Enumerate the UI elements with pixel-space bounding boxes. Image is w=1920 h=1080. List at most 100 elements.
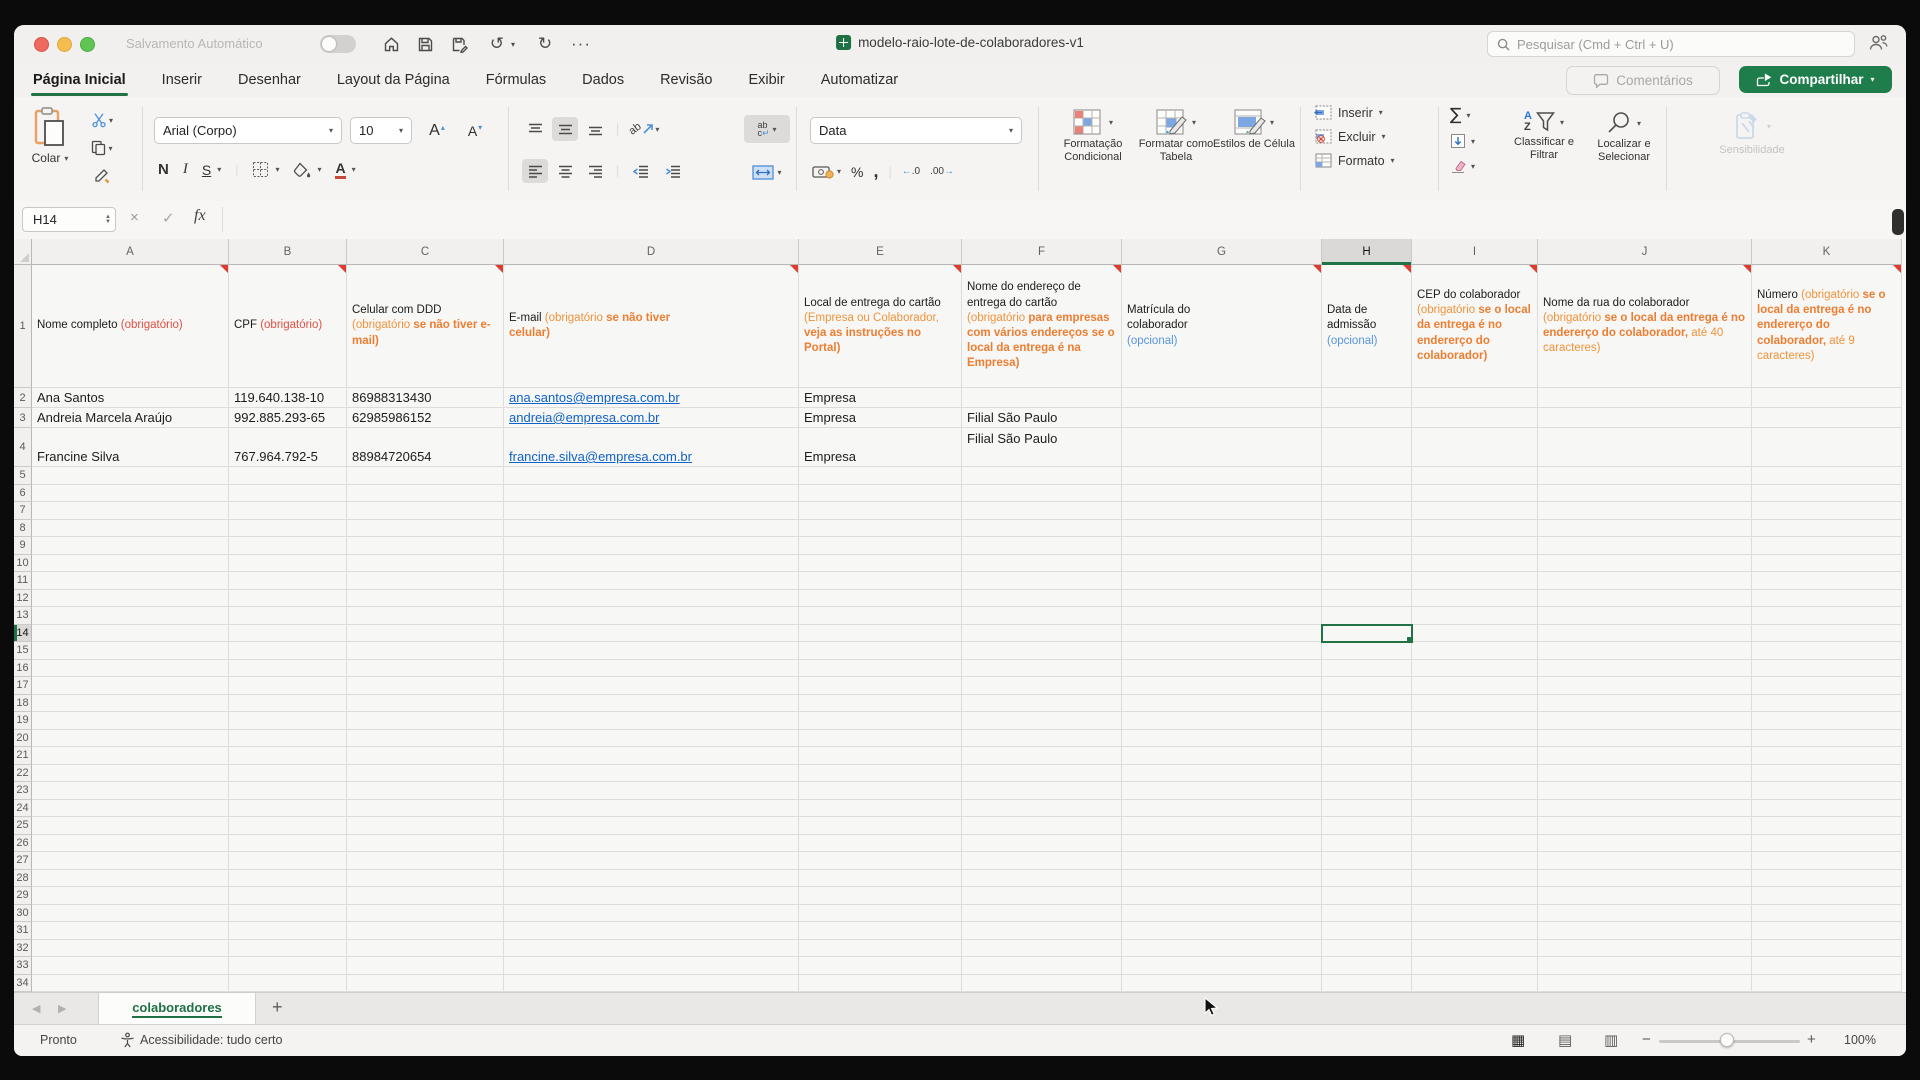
cell-H22[interactable] bbox=[1322, 765, 1412, 783]
cell-H23[interactable] bbox=[1322, 782, 1412, 800]
row-header-9[interactable]: 9 bbox=[14, 537, 32, 555]
cell-K13[interactable] bbox=[1752, 607, 1902, 625]
cell-G6[interactable] bbox=[1122, 485, 1322, 503]
cell-J7[interactable] bbox=[1538, 502, 1752, 520]
font-name-select[interactable]: Arial (Corpo)▾ bbox=[154, 117, 342, 144]
cell-F20[interactable] bbox=[962, 730, 1122, 748]
ribbon-tab-f-rmulas[interactable]: Fórmulas bbox=[486, 64, 546, 97]
cell-D9[interactable] bbox=[504, 537, 799, 555]
wrap-text-button[interactable]: ab c↵ ▾ bbox=[744, 115, 790, 143]
font-size-select[interactable]: 10▾ bbox=[350, 117, 412, 144]
cell-F23[interactable] bbox=[962, 782, 1122, 800]
row-header-5[interactable]: 5 bbox=[14, 467, 32, 485]
cell-G27[interactable] bbox=[1122, 852, 1322, 870]
insert-cells-button[interactable]: Inserir ▾ bbox=[1314, 105, 1383, 120]
cell-A6[interactable] bbox=[32, 485, 229, 503]
zoom-slider-knob[interactable] bbox=[1720, 1033, 1734, 1047]
cell-K28[interactable] bbox=[1752, 870, 1902, 888]
row-header-34[interactable]: 34 bbox=[14, 975, 32, 993]
cell-D11[interactable] bbox=[504, 572, 799, 590]
header-cell-E1[interactable]: Local de entrega do cartão (Empresa ou C… bbox=[799, 265, 962, 388]
cell-A31[interactable] bbox=[32, 922, 229, 940]
row-header-3[interactable]: 3 bbox=[14, 408, 32, 428]
zoom-out-button[interactable]: − bbox=[1642, 1031, 1651, 1048]
cell-C24[interactable] bbox=[347, 800, 504, 818]
cell-H6[interactable] bbox=[1322, 485, 1412, 503]
cell-B23[interactable] bbox=[229, 782, 347, 800]
cell-A5[interactable] bbox=[32, 467, 229, 485]
cell-D6[interactable] bbox=[504, 485, 799, 503]
cell-H17[interactable] bbox=[1322, 677, 1412, 695]
cell-B25[interactable] bbox=[229, 817, 347, 835]
increase-decimal-button[interactable]: ←←.0.0 bbox=[902, 166, 920, 177]
cell-E6[interactable] bbox=[799, 485, 962, 503]
cell-J17[interactable] bbox=[1538, 677, 1752, 695]
row-header-18[interactable]: 18 bbox=[14, 695, 32, 713]
cell-K11[interactable] bbox=[1752, 572, 1902, 590]
row-header-28[interactable]: 28 bbox=[14, 870, 32, 888]
delete-cells-button[interactable]: Excluir ▾ bbox=[1314, 129, 1386, 144]
redo-icon[interactable]: ↻ bbox=[534, 33, 556, 55]
cell-I29[interactable] bbox=[1412, 887, 1538, 905]
cell-C7[interactable] bbox=[347, 502, 504, 520]
cell-C12[interactable] bbox=[347, 590, 504, 608]
cell-hyperlink[interactable]: andreia@empresa.com.br bbox=[509, 410, 659, 425]
cell-J31[interactable] bbox=[1538, 922, 1752, 940]
cell-E14[interactable] bbox=[799, 625, 962, 643]
cell-K34[interactable] bbox=[1752, 975, 1902, 993]
cell-K18[interactable] bbox=[1752, 695, 1902, 713]
orientation-button[interactable]: ab ▾ bbox=[627, 117, 661, 141]
cell-H7[interactable] bbox=[1322, 502, 1412, 520]
cell-J25[interactable] bbox=[1538, 817, 1752, 835]
cell-A24[interactable] bbox=[32, 800, 229, 818]
cell-G19[interactable] bbox=[1122, 712, 1322, 730]
cell-H13[interactable] bbox=[1322, 607, 1412, 625]
zoom-window-button[interactable] bbox=[80, 37, 95, 52]
cell-C5[interactable] bbox=[347, 467, 504, 485]
cell-I32[interactable] bbox=[1412, 940, 1538, 958]
cell-I6[interactable] bbox=[1412, 485, 1538, 503]
cell-H31[interactable] bbox=[1322, 922, 1412, 940]
cell-A9[interactable] bbox=[32, 537, 229, 555]
align-center-button[interactable] bbox=[552, 159, 578, 183]
add-sheet-button[interactable]: + bbox=[272, 997, 283, 1018]
shrink-font-button[interactable]: A▾ bbox=[458, 119, 492, 143]
cell-D4[interactable]: francine.silva@empresa.com.br bbox=[504, 428, 799, 467]
cell-J32[interactable] bbox=[1538, 940, 1752, 958]
conditional-formatting-button[interactable]: ▾ Formatação Condicional bbox=[1050, 109, 1136, 164]
clear-button[interactable]: ▾ bbox=[1450, 159, 1475, 174]
cell-F29[interactable] bbox=[962, 887, 1122, 905]
cell-J16[interactable] bbox=[1538, 660, 1752, 678]
cell-F24[interactable] bbox=[962, 800, 1122, 818]
cell-E23[interactable] bbox=[799, 782, 962, 800]
cell-C17[interactable] bbox=[347, 677, 504, 695]
cell-A26[interactable] bbox=[32, 835, 229, 853]
cell-G18[interactable] bbox=[1122, 695, 1322, 713]
row-header-25[interactable]: 25 bbox=[14, 817, 32, 835]
save-icon[interactable] bbox=[414, 33, 436, 55]
ribbon-tab-desenhar[interactable]: Desenhar bbox=[238, 64, 301, 97]
cell-C18[interactable] bbox=[347, 695, 504, 713]
cell-B8[interactable] bbox=[229, 520, 347, 538]
cell-I9[interactable] bbox=[1412, 537, 1538, 555]
cell-G12[interactable] bbox=[1122, 590, 1322, 608]
borders-icon[interactable] bbox=[252, 161, 269, 178]
cell-D13[interactable] bbox=[504, 607, 799, 625]
cell-B12[interactable] bbox=[229, 590, 347, 608]
cell-K2[interactable] bbox=[1752, 388, 1902, 408]
cell-F22[interactable] bbox=[962, 765, 1122, 783]
header-cell-I1[interactable]: CEP do colaborador (obrigatório se o loc… bbox=[1412, 265, 1538, 388]
cell-G31[interactable] bbox=[1122, 922, 1322, 940]
cell-A7[interactable] bbox=[32, 502, 229, 520]
cell-B5[interactable] bbox=[229, 467, 347, 485]
cell-J2[interactable] bbox=[1538, 388, 1752, 408]
number-format-select[interactable]: Data▾ bbox=[810, 117, 1022, 144]
cell-E30[interactable] bbox=[799, 905, 962, 923]
undo-chevron-icon[interactable]: ▾ bbox=[508, 33, 518, 55]
cell-D2[interactable]: ana.santos@empresa.com.br bbox=[504, 388, 799, 408]
cell-C28[interactable] bbox=[347, 870, 504, 888]
cell-E2[interactable]: Empresa bbox=[799, 388, 962, 408]
cell-B29[interactable] bbox=[229, 887, 347, 905]
cell-B32[interactable] bbox=[229, 940, 347, 958]
cell-A23[interactable] bbox=[32, 782, 229, 800]
